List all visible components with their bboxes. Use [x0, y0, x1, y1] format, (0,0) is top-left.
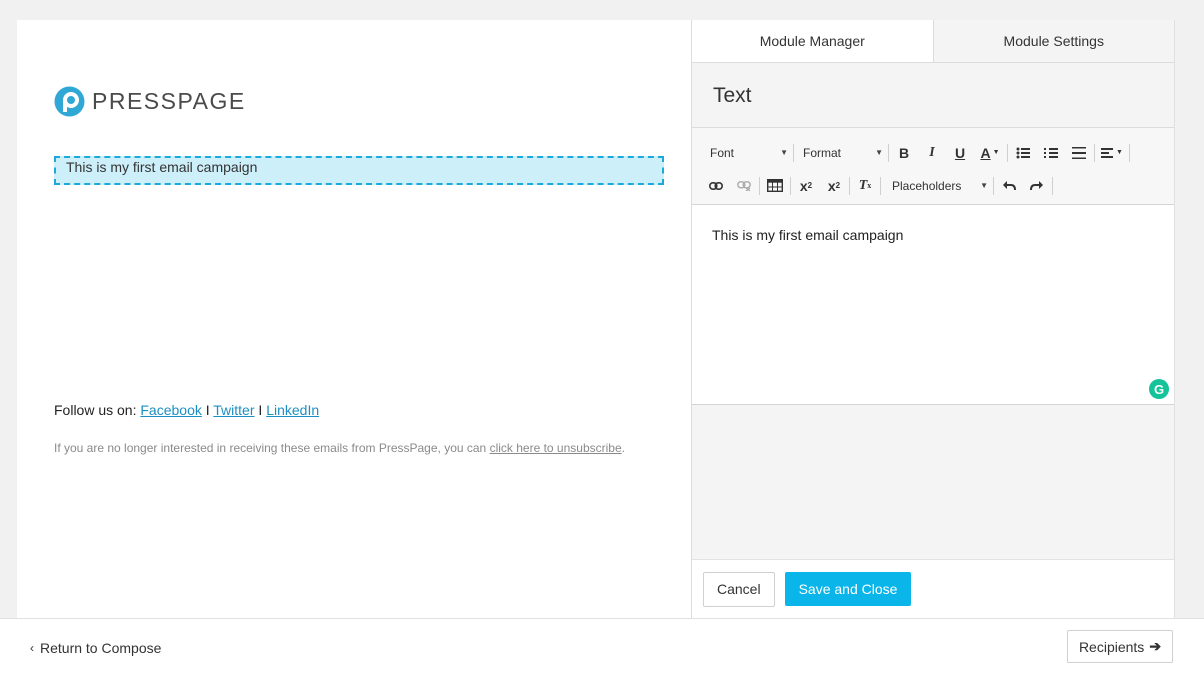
superscript-icon[interactable]: x2 — [792, 174, 820, 198]
caret-down-icon: ▼ — [780, 148, 788, 157]
recipients-label: Recipients — [1078, 638, 1145, 655]
unlink-icon[interactable] — [730, 174, 758, 198]
rich-text-editor[interactable]: This is my first email campaign G — [692, 205, 1174, 405]
text-color-icon[interactable]: A ▼ — [974, 141, 1006, 165]
toolbar-separator — [849, 176, 850, 195]
caret-down-icon: ▼ — [980, 181, 988, 190]
link-separator: I — [254, 402, 267, 418]
table-icon[interactable] — [761, 174, 789, 198]
link-icon[interactable] — [702, 174, 730, 198]
chevron-left-icon: ‹ — [30, 641, 34, 655]
placeholders-dropdown[interactable]: Placeholders ▼ — [882, 174, 992, 198]
toolbar-separator — [993, 176, 994, 195]
italic-icon[interactable]: I — [918, 141, 946, 165]
panel-actions: Cancel Save and Close — [692, 559, 1174, 618]
text-module-content: This is my first email campaign — [66, 159, 258, 175]
save-and-close-button[interactable]: Save and Close — [784, 572, 912, 606]
social-links-line: Follow us on: Facebook I Twitter I Linke… — [54, 402, 319, 418]
toolbar-separator — [888, 143, 889, 162]
follow-label: Follow us on: — [54, 402, 141, 418]
toolbar-separator — [793, 143, 794, 162]
subscript-icon[interactable]: x2 — [820, 174, 848, 198]
unsubscribe-text: If you are no longer interested in recei… — [54, 441, 490, 455]
module-panel: Module Manager Module Settings Text Font… — [691, 20, 1175, 618]
toolbar-separator — [1129, 143, 1130, 162]
link-separator: I — [201, 402, 214, 418]
placeholders-dropdown-label: Placeholders — [892, 178, 962, 193]
redo-icon[interactable] — [1023, 174, 1051, 198]
toolbar-separator — [1052, 176, 1053, 195]
editor-toolbar: Font ▼ Format ▼ B I U A ▼ ▼ x 2 x 2 T x … — [692, 128, 1174, 205]
bulleted-list-icon[interactable] — [1009, 141, 1037, 165]
panel-title: Text — [692, 63, 1174, 128]
toolbar-row-1: Font ▼ Format ▼ B I U A ▼ ▼ — [702, 136, 1174, 169]
email-preview: PRESSPAGE This is my first email campaig… — [17, 20, 691, 618]
caret-down-icon: ▼ — [875, 148, 883, 157]
toolbar-row-2: x2 x2 Tx Placeholders ▼ — [702, 169, 1174, 202]
arrow-right-icon: ➔ — [1149, 638, 1162, 654]
cancel-button[interactable]: Cancel — [703, 571, 775, 607]
toolbar-separator — [1007, 143, 1008, 162]
toolbar-separator — [790, 176, 791, 195]
presspage-logo-icon — [54, 86, 85, 117]
toolbar-separator — [880, 176, 881, 195]
format-dropdown-label: Format — [803, 145, 842, 160]
numbered-list-icon[interactable] — [1037, 141, 1065, 165]
toolbar-separator — [1094, 143, 1095, 162]
facebook-link[interactable]: Facebook — [140, 402, 201, 418]
tab-module-settings[interactable]: Module Settings — [932, 20, 1174, 62]
linkedin-link[interactable]: LinkedIn — [266, 402, 319, 418]
selected-text-module[interactable]: This is my first email campaign — [54, 156, 664, 185]
editor-content: This is my first email campaign — [712, 227, 904, 243]
font-dropdown[interactable]: Font ▼ — [702, 141, 792, 165]
unsubscribe-notice: If you are no longer interested in recei… — [54, 441, 625, 455]
bold-icon[interactable]: B — [890, 141, 918, 165]
presspage-logo: PRESSPAGE — [54, 86, 246, 117]
font-dropdown-label: Font — [710, 145, 735, 160]
unsubscribe-link[interactable]: click here to unsubscribe — [490, 441, 622, 455]
twitter-link[interactable]: Twitter — [213, 402, 254, 418]
horizontal-rule-icon[interactable] — [1065, 141, 1093, 165]
unsubscribe-end: . — [621, 441, 625, 455]
tab-module-manager[interactable]: Module Manager — [692, 20, 933, 62]
return-to-compose-link[interactable]: ‹ Return to Compose — [30, 640, 161, 656]
return-label: Return to Compose — [40, 640, 162, 656]
clear-formatting-icon[interactable]: Tx — [851, 174, 879, 198]
panel-tabs: Module Manager Module Settings — [692, 20, 1174, 63]
logo-text: PRESSPAGE — [92, 88, 246, 114]
footer-bar: ‹ Return to Compose Recipients ➔ — [0, 618, 1204, 675]
recipients-button[interactable]: Recipients ➔ — [1067, 630, 1173, 663]
toolbar-separator — [759, 176, 760, 195]
grammarly-icon[interactable]: G — [1149, 379, 1169, 399]
underline-icon[interactable]: U — [946, 141, 974, 165]
format-dropdown[interactable]: Format ▼ — [795, 141, 887, 165]
align-left-icon[interactable]: ▼ — [1096, 141, 1128, 165]
undo-icon[interactable] — [995, 174, 1023, 198]
